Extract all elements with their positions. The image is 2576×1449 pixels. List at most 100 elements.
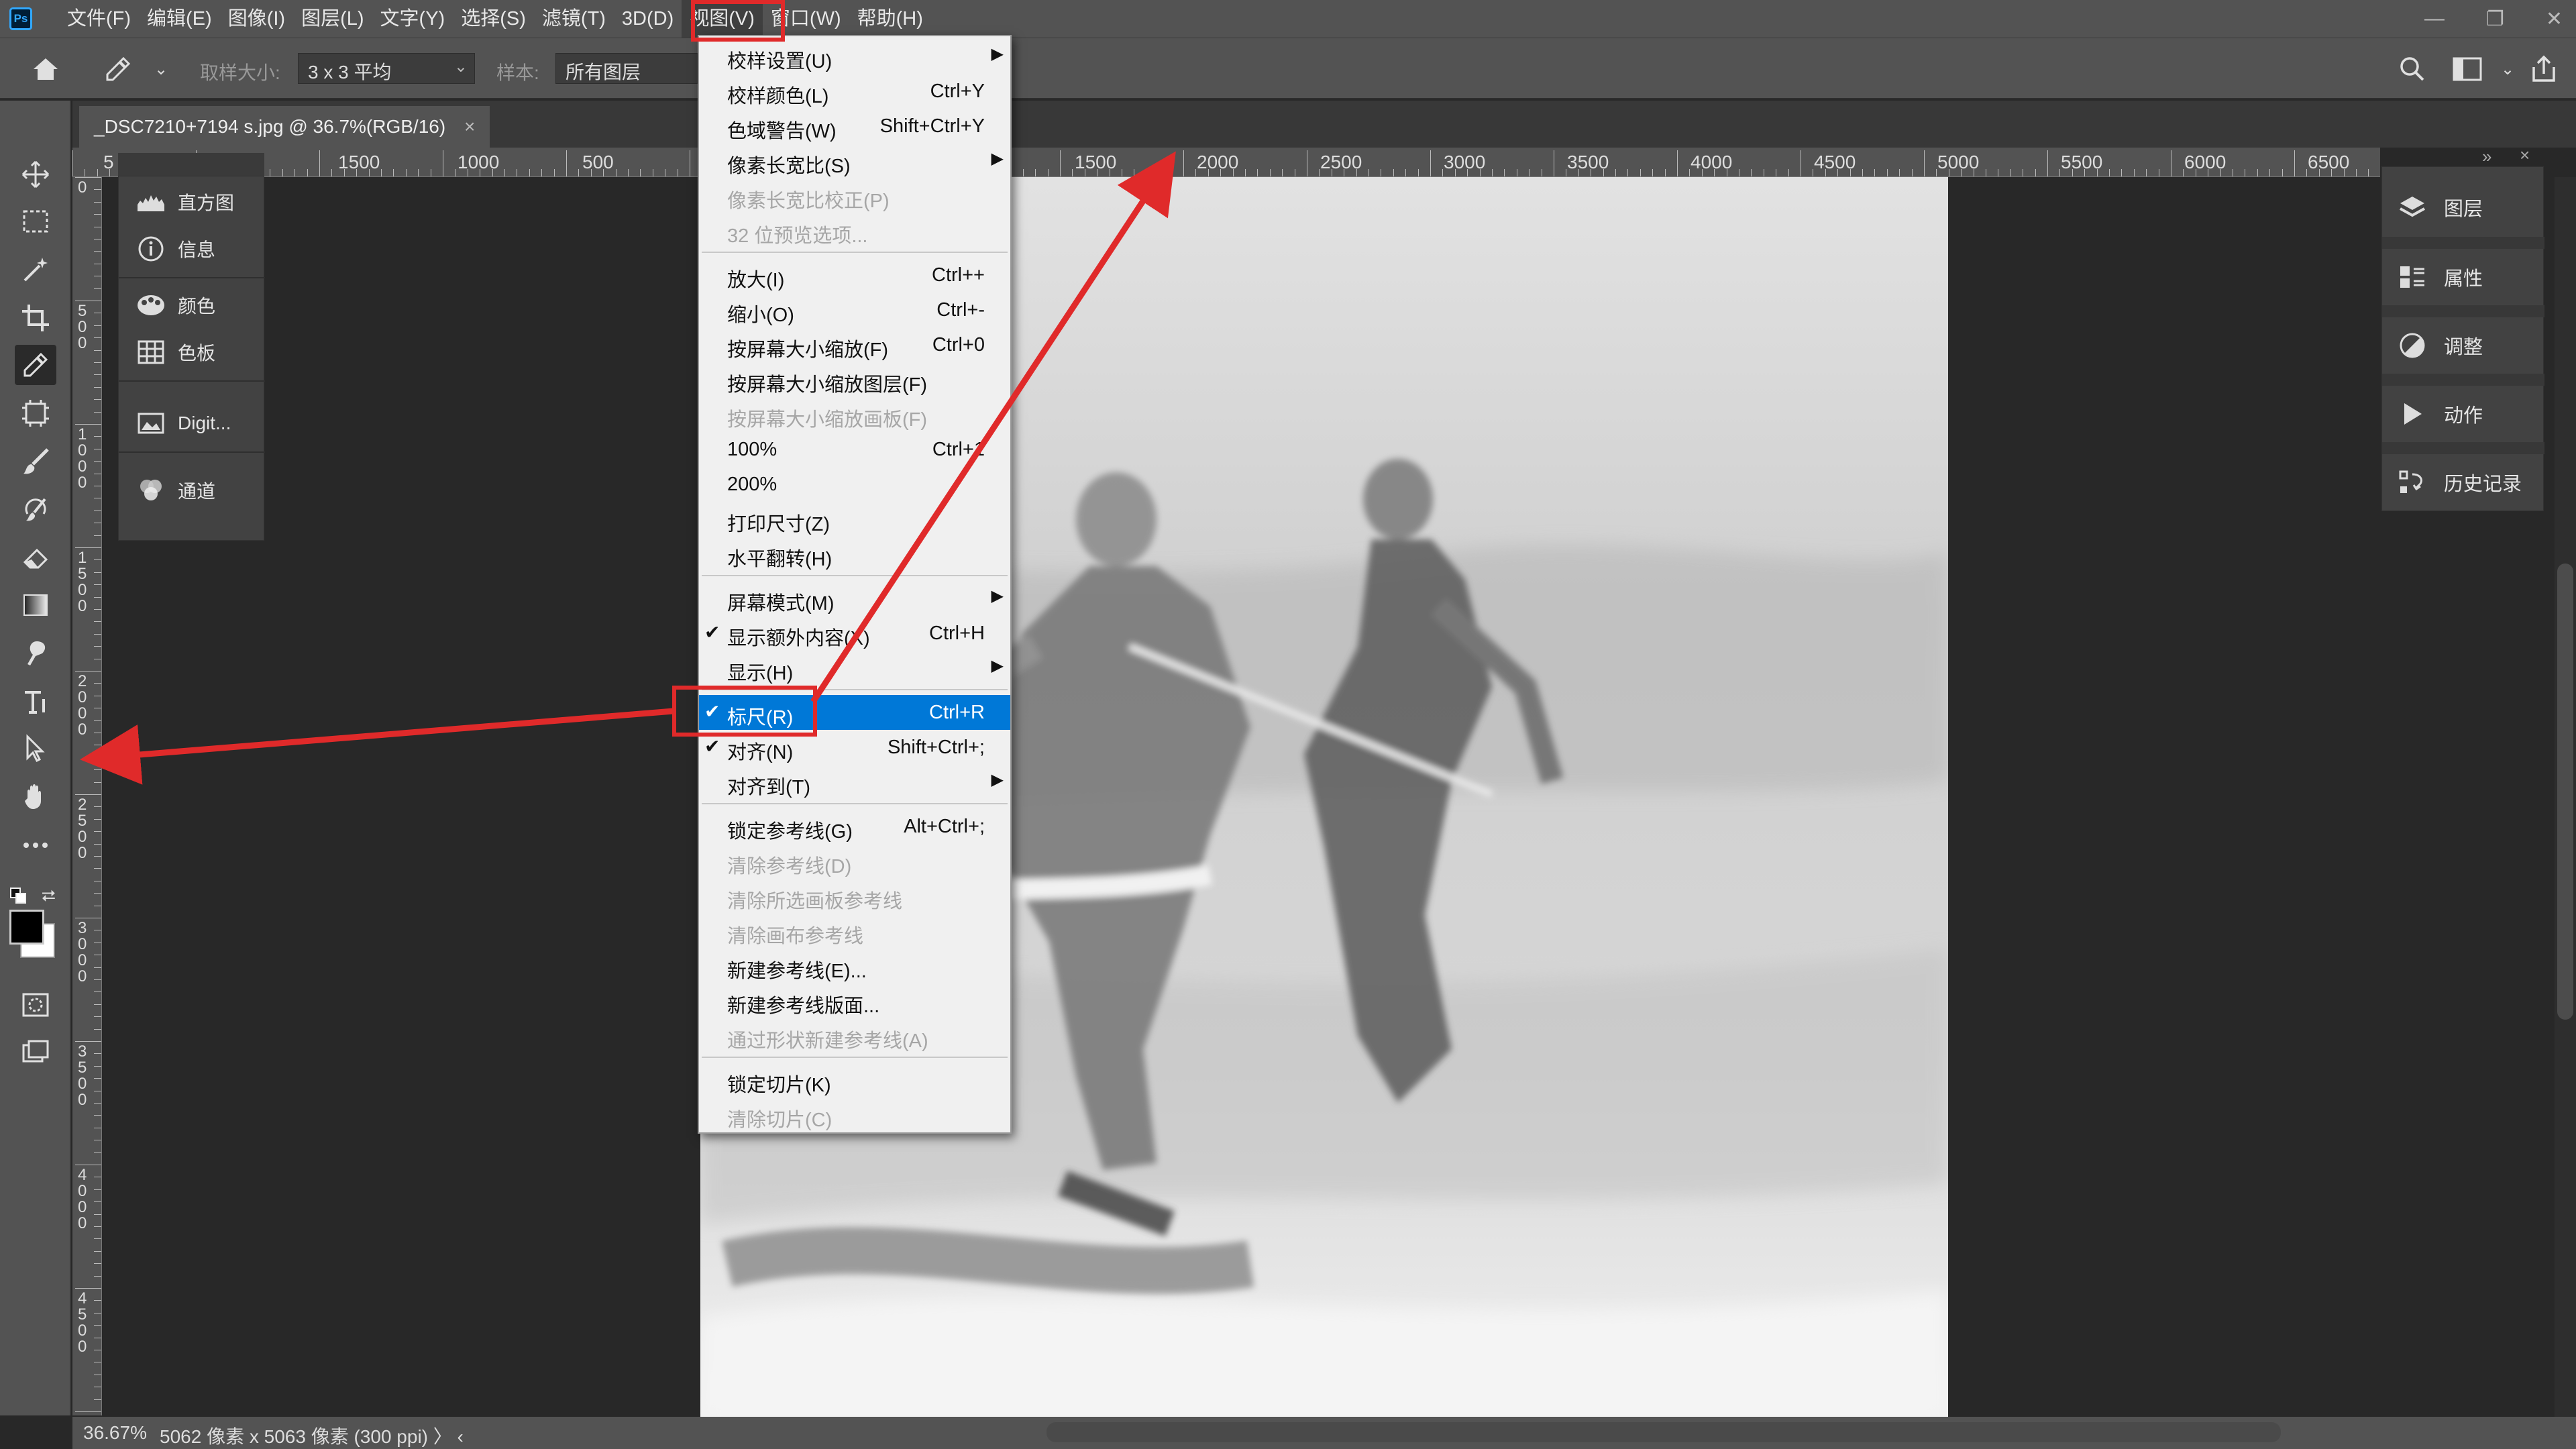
brush-tool-icon[interactable]	[15, 441, 56, 482]
view-menu-item[interactable]: 200%	[699, 467, 1010, 502]
foreground-color-swatch[interactable]	[9, 910, 44, 945]
search-icon[interactable]	[2394, 50, 2431, 88]
actions-icon	[2396, 397, 2429, 431]
view-menu-item-label: 打印尺寸(Z)	[727, 514, 830, 535]
eraser-tool-icon[interactable]	[15, 537, 56, 577]
view-menu-item[interactable]: 锁定切片(K)	[699, 1063, 1010, 1097]
menu-image[interactable]: 图像(I)	[220, 0, 293, 38]
chevron-down-icon[interactable]: ⌄	[2489, 50, 2526, 88]
panel-history[interactable]: 历史记录	[2382, 454, 2544, 511]
ruler-tick	[1442, 169, 1443, 176]
view-menu-item[interactable]: 打印尺寸(Z)	[699, 502, 1010, 537]
frame-tool-icon[interactable]	[15, 393, 56, 433]
vertical-ruler[interactable]: 0 5 0 0 1 0 0 0 1 5 0 0 2 0 0 0 2 5 0 0 3 0 0 …	[72, 177, 102, 1415]
ruler-tick	[94, 597, 101, 598]
ruler-tick	[94, 374, 101, 375]
sample-select[interactable]: 所有图层	[555, 53, 698, 84]
view-menu-item[interactable]: ✔ 显示额外内容(X) Ctrl+H	[699, 616, 1010, 651]
ruler-tick	[94, 202, 101, 203]
ruler-tick	[1862, 169, 1863, 176]
menu-3d[interactable]: 3D(D)	[614, 0, 682, 38]
eyedropper-tool-icon[interactable]	[15, 345, 56, 385]
panel-digit[interactable]: Digit...	[119, 402, 265, 445]
view-menu-item-label: 按屏幕大小缩放图层(F)	[727, 374, 928, 396]
chevron-down-icon[interactable]: ⌄	[142, 50, 180, 88]
zoom-level[interactable]: 36.67%	[83, 1422, 147, 1444]
sample-size-value: 3 x 3 平均	[308, 62, 392, 83]
document-info[interactable]: 5062 像素 x 5063 像素 (300 ppi) 〉 ‹	[160, 1422, 464, 1449]
move-tool-icon[interactable]	[15, 154, 56, 195]
menu-edit[interactable]: 编辑(E)	[139, 0, 220, 38]
workspace-icon[interactable]	[2449, 50, 2486, 88]
menu-type[interactable]: 文字(Y)	[372, 0, 453, 38]
view-menu-item[interactable]: 按屏幕大小缩放图层(F)	[699, 362, 1010, 397]
smudge-tool-icon[interactable]	[15, 633, 56, 674]
document-tab[interactable]: _DSC7210+7194 s.jpg @ 36.7%(RGB/16) ×	[79, 106, 490, 148]
options-bar: ⌄ 取样大小: 3 x 3 平均 ⌄ 样本: 所有图层 ⌄	[0, 38, 2576, 99]
menu-select[interactable]: 选择(S)	[453, 0, 534, 38]
horizontal-ruler[interactable]: 5 1500 1000 500 1500 2000 2500 3000 3500…	[72, 148, 2380, 177]
minimize-button[interactable]: —	[2424, 7, 2445, 30]
view-menu-item[interactable]: 放大(I) Ctrl++	[699, 258, 1010, 292]
view-menu-item[interactable]: 像素长宽比(S) ▶	[699, 144, 1010, 178]
sample-size-select[interactable]: 3 x 3 平均 ⌄	[298, 53, 475, 84]
menu-layer[interactable]: 图层(L)	[293, 0, 372, 38]
default-colors-icon[interactable]	[9, 887, 28, 904]
view-menu-item[interactable]: 锁定参考线(G) Alt+Ctrl+;	[699, 809, 1010, 844]
screen-mode-icon[interactable]	[15, 1032, 56, 1072]
view-menu-item[interactable]: 色域警告(W) Shift+Ctrl+Y	[699, 109, 1010, 144]
swap-colors-icon[interactable]: ⮂	[42, 885, 60, 906]
ruler-tick	[94, 609, 101, 610]
hand-tool-icon[interactable]	[15, 777, 56, 817]
collapsed-panel-header[interactable]	[118, 153, 264, 176]
menu-help[interactable]: 帮助(H)	[849, 0, 931, 38]
ruler-tick	[94, 399, 101, 400]
path-selection-tool-icon[interactable]	[15, 729, 56, 769]
menu-separator	[702, 252, 1008, 253]
panel-layers[interactable]: 图层	[2382, 179, 2544, 235]
view-menu-item[interactable]: 显示(H) ▶	[699, 651, 1010, 686]
marquee-tool-icon[interactable]	[15, 201, 56, 241]
panel-histogram[interactable]: 直方图	[119, 180, 265, 223]
eyedropper-tool-preset-icon[interactable]	[99, 50, 137, 88]
ruler-tick	[331, 169, 332, 176]
view-menu-item[interactable]: 校样颜色(L) Ctrl+Y	[699, 74, 1010, 109]
restore-button[interactable]: ❐	[2486, 7, 2504, 31]
close-panels-icon[interactable]: ×	[2520, 145, 2530, 166]
close-window-button[interactable]: ✕	[2546, 7, 2563, 31]
close-tab-icon[interactable]: ×	[464, 116, 475, 137]
panel-channels[interactable]: 通道	[119, 469, 265, 512]
expand-panels-icon[interactable]: »	[2482, 146, 2491, 167]
crop-tool-icon[interactable]	[15, 298, 56, 338]
view-menu-item[interactable]: 对齐到(T) ▶	[699, 765, 1010, 800]
view-menu-item[interactable]: 屏幕模式(M) ▶	[699, 581, 1010, 616]
type-tool-icon[interactable]	[15, 682, 56, 722]
panel-info[interactable]: 信息	[119, 227, 265, 270]
view-menu-item[interactable]: 新建参考线(E)...	[699, 949, 1010, 983]
menu-filter[interactable]: 滤镜(T)	[534, 0, 614, 38]
magic-wand-tool-icon[interactable]	[15, 250, 56, 290]
gradient-tool-icon[interactable]	[15, 585, 56, 625]
view-menu-item[interactable]: 校样设置(U) ▶	[699, 39, 1010, 74]
menu-file[interactable]: 文件(F)	[59, 0, 139, 38]
panel-actions[interactable]: 动作	[2382, 386, 2544, 442]
home-icon[interactable]	[27, 50, 64, 88]
ruler-tick	[94, 1004, 101, 1005]
panel-swatches[interactable]: 色板	[119, 331, 265, 374]
view-menu-item-label: 水平翻转(H)	[727, 549, 833, 570]
panel-properties[interactable]: 属性	[2382, 249, 2544, 305]
view-menu-item[interactable]: 缩小(O) Ctrl+-	[699, 292, 1010, 327]
view-menu-item[interactable]: 水平翻转(H)	[699, 537, 1010, 572]
view-menu-item[interactable]: 新建参考线版面...	[699, 983, 1010, 1018]
share-icon[interactable]	[2525, 50, 2563, 88]
horizontal-scrollbar[interactable]	[1046, 1422, 2281, 1442]
quick-mask-icon[interactable]	[15, 985, 56, 1025]
more-tools-icon[interactable]	[15, 825, 56, 865]
history-brush-tool-icon[interactable]	[15, 488, 56, 529]
vertical-scrollbar-thumb[interactable]	[2557, 564, 2573, 1020]
view-menu-item[interactable]: 100% Ctrl+1	[699, 432, 1010, 467]
panel-adjustments[interactable]: 调整	[2382, 317, 2544, 374]
panel-color[interactable]: 颜色	[119, 284, 265, 327]
view-menu-item[interactable]: 按屏幕大小缩放(F) Ctrl+0	[699, 327, 1010, 362]
ruler-tick	[2269, 169, 2270, 176]
